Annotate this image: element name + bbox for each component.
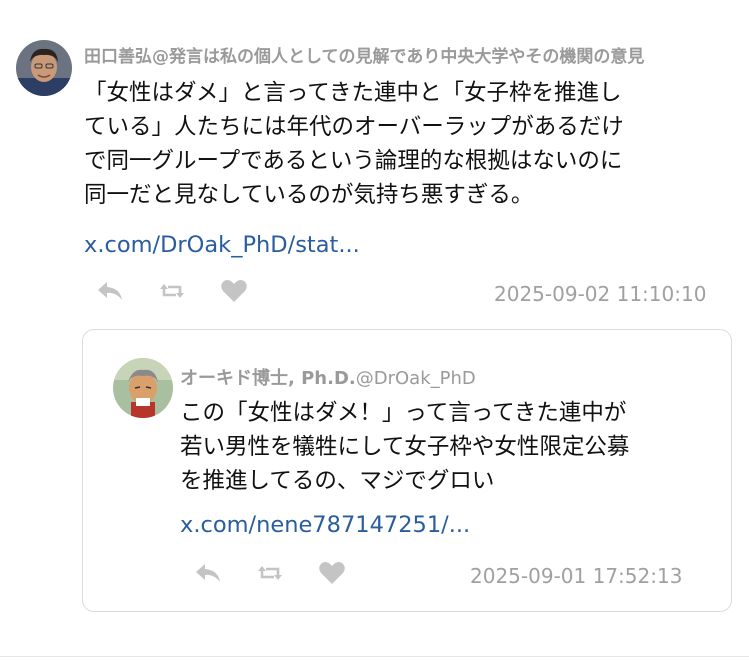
- tweet-actions: [96, 278, 282, 304]
- reply-icon[interactable]: [194, 560, 222, 586]
- tweet-text-line: ている」人たちには年代のオーバーラップがあるだけ: [84, 114, 624, 140]
- quoted-author-avatar[interactable]: [113, 358, 173, 418]
- quoted-author-handle[interactable]: @DrOak_PhD: [356, 368, 476, 389]
- quoted-text-line: を推進してるの、マジでグロい: [180, 468, 495, 494]
- tweet-text-line: 同一だと見なしているのが気持ち悪すぎる。: [84, 182, 534, 208]
- like-icon[interactable]: [220, 278, 248, 304]
- quoted-author[interactable]: オーキド博士, Ph.D.@DrOak_PhD: [180, 364, 700, 390]
- quoted-timestamp[interactable]: 2025-09-01 17:52:13: [470, 564, 682, 588]
- reply-icon[interactable]: [96, 278, 124, 304]
- quoted-tweet-text: この「女性はダメ！」って言ってきた連中が 若い男性を犠牲にして女子枠や女性限定公…: [180, 396, 629, 498]
- tweet-link[interactable]: x.com/DrOak_PhD/stat...: [84, 232, 360, 258]
- tweet-text-line: で同一グループであるという論理的な根拠はないのに: [84, 148, 623, 174]
- author-avatar[interactable]: [16, 40, 72, 96]
- retweet-icon[interactable]: [256, 560, 284, 586]
- quoted-tweet-link[interactable]: x.com/nene787147251/...: [180, 512, 470, 538]
- quoted-author-name[interactable]: オーキド博士, Ph.D.: [180, 368, 356, 389]
- retweet-icon[interactable]: [158, 278, 186, 304]
- quoted-text-line: 若い男性を犠牲にして女子枠や女性限定公募: [180, 434, 630, 460]
- tweet-text-line: 「女性はダメ」と言ってきた連中と「女子枠を推進し: [84, 80, 622, 106]
- quoted-tweet-actions: [194, 560, 380, 586]
- timestamp[interactable]: 2025-09-02 11:10:10: [494, 282, 706, 306]
- tweet-text: 「女性はダメ」と言ってきた連中と「女子枠を推進し ている」人たちには年代のオーバ…: [84, 76, 624, 212]
- quoted-text-line: この「女性はダメ！」って言ってきた連中が: [180, 400, 627, 426]
- like-icon[interactable]: [318, 560, 346, 586]
- author-name[interactable]: 田口善弘@発言は私の個人としての見解であり中央大学やその機関の意見: [84, 42, 749, 67]
- divider: [0, 656, 749, 657]
